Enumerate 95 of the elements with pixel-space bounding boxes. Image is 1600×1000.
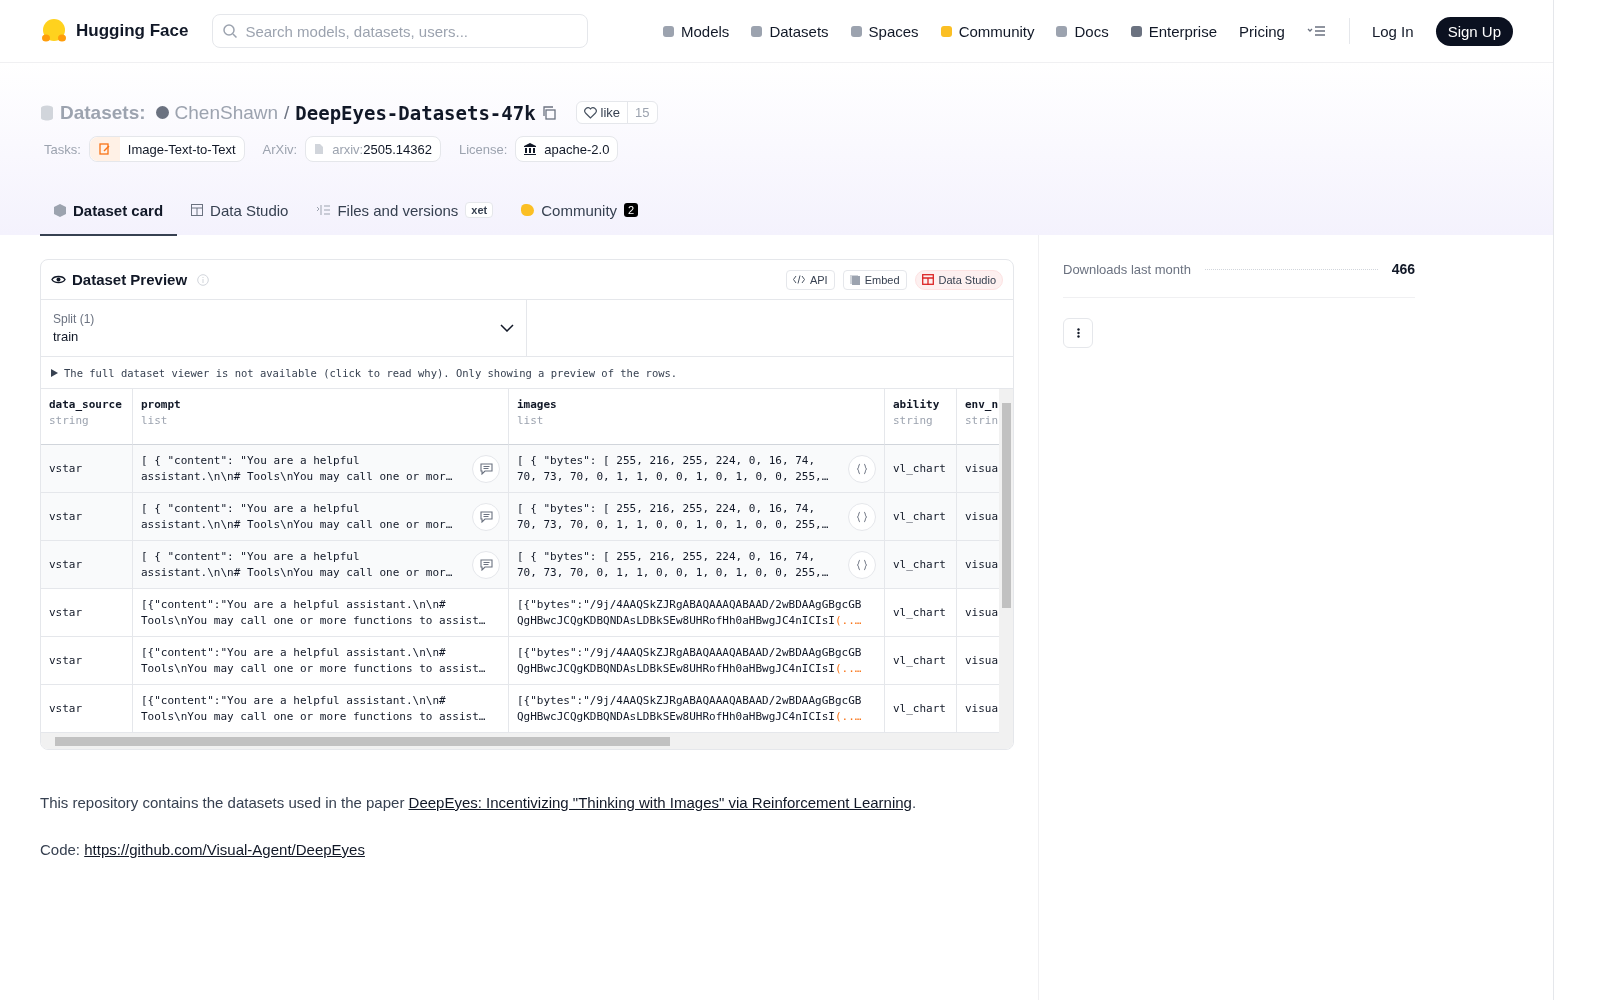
table-cell: vl_chart (885, 541, 957, 589)
more-icon (1076, 328, 1080, 338)
action-button[interactable]: API (785, 269, 835, 290)
nav-link[interactable]: Docs (1056, 22, 1109, 40)
nav-link[interactable]: Models (663, 22, 730, 40)
nav-link[interactable]: Spaces (850, 22, 919, 40)
braces-icon-button[interactable] (848, 502, 876, 531)
paper-paragraph: This repository contains the datasets used in the paper DeepEyes: Incentivizing "Thinking with Images" via Reinforcement Learning. (40, 794, 918, 811)
action-button[interactable]: Embed (842, 269, 907, 290)
chat-icon-button[interactable] (472, 454, 500, 483)
avatar-icon (155, 106, 169, 119)
nav-link[interactable]: Pricing (1239, 22, 1285, 40)
tab[interactable]: Data Studio (177, 186, 303, 236)
dataset-name[interactable]: DeepEyes-Datasets-47k (295, 101, 536, 124)
meta-tag[interactable]: Image-Text-to-Text (88, 136, 245, 162)
search-field[interactable]: Search models, datasets, users... (212, 14, 589, 48)
nav-link[interactable]: Community (940, 22, 1035, 40)
like-label: like (600, 105, 621, 120)
table-cell-text: [{"content":"You are a helpful assistant.\n\n# Tools\nYou may call one or more functions to assist… (141, 644, 487, 677)
table-cell: vl_chart (885, 589, 957, 637)
chat-icon (479, 510, 493, 523)
nav-link[interactable]: Datasets (751, 22, 829, 40)
database-icon (40, 104, 54, 121)
count-badge: 2 (624, 203, 639, 217)
table-cell-text: [{"bytes":"/9j/4AAQSkZJRgABAQAAAQABAAD/2wBDAAgGBgcGB QgHBwcJCQgKDBQNDAsLDBkSEw8UHRofHh0aHBwgJC4nICIsI(..… (517, 692, 863, 725)
files-icon (316, 204, 331, 216)
meta-label: ArXiv: (262, 141, 298, 157)
table-cell-text: [ { "content": "You are a helpful assistant.\n\n# Tools\nYou may call one or mor… (141, 548, 454, 581)
task-icon (89, 137, 120, 161)
braces-icon (856, 558, 868, 571)
table-cell-text: [{"content":"You are a helpful assistant.\n\n# Tools\nYou may call one or more functions to assist… (141, 596, 487, 629)
code-paragraph: Code: https://github.com/Visual-Agent/DeepEyes (40, 841, 366, 858)
scrollbar[interactable] (999, 389, 1013, 733)
preview-title: Dataset Preview (72, 271, 188, 288)
table-cell-text: [ { "bytes": [ 255, 216, 255, 224, 0, 16, 74, 70, 73, 70, 0, 1, 1, 0, 0, 1, 0, 1, 0, 0, 255,… (517, 452, 830, 485)
meta-label: License: (458, 141, 508, 157)
table-cell-text: [{"bytes":"/9j/4AAQSkZJRgABAQAAAQABAAD/2wBDAAgGBgcGB QgHBwcJCQgKDBQNDAsLDBkSEw8UHRofHh0aHBwgJC4nICIsI(..… (517, 596, 863, 629)
braces-icon (856, 462, 868, 475)
menu-icon[interactable] (1306, 25, 1327, 37)
triangle-icon[interactable] (51, 368, 58, 377)
path-separator: / (284, 101, 290, 124)
heart-icon (583, 106, 597, 119)
search-icon (222, 23, 239, 39)
table-icon (191, 204, 204, 216)
signup-button[interactable]: Sign Up (1435, 16, 1513, 46)
table-cell-text: [ { "content": "You are a helpful assistant.\n\n# Tools\nYou may call one or mor… (141, 452, 454, 485)
chat-icon-button[interactable] (472, 502, 500, 531)
eye-icon (51, 274, 66, 285)
community-icon (521, 204, 535, 216)
chevron-icon (500, 324, 514, 332)
tab[interactable]: Files and versions xet (302, 186, 508, 236)
table-cell-text: [{"content":"You are a helpful assistant.\n\n# Tools\nYou may call one or more functions to assist… (141, 692, 487, 725)
like-count: 15 (627, 102, 657, 123)
chat-icon (479, 558, 493, 571)
table-cell-text: [ { "content": "You are a helpful assistant.\n\n# Tools\nYou may call one or mor… (141, 500, 454, 533)
chat-icon-button[interactable] (472, 550, 500, 579)
tab[interactable]: Dataset card (40, 186, 178, 236)
table-cell-text: [{"bytes":"/9j/4AAQSkZJRgABAQAAAQABAAD/2wBDAAgGBgcGB QgHBwcJCQgKDBQNDAsLDBkSEw8UHRofHh0aHBwgJC4nICIsI(..… (517, 644, 863, 677)
copy-icon[interactable] (541, 105, 556, 120)
downloads-label: Downloads last month (1063, 261, 1191, 277)
table-cell: vstar (41, 541, 133, 589)
table-cell-text: [ { "bytes": [ 255, 216, 255, 224, 0, 16, 74, 70, 73, 70, 0, 1, 1, 0, 0, 1, 0, 1, 0, 0, 255,… (517, 500, 830, 533)
action-button[interactable]: Data Studio (914, 269, 1003, 290)
meta-tag[interactable]: arxiv:2505.14362 (305, 136, 441, 162)
xet-badge: xet (465, 202, 494, 218)
embed-icon (849, 274, 860, 285)
brand-name[interactable]: Hugging Face (76, 21, 189, 41)
table-cell: vl_chart (885, 637, 957, 685)
table-cell: vstar (41, 637, 133, 685)
like-button[interactable]: like 15 (575, 101, 658, 124)
table-icon (921, 274, 934, 285)
downloads-count: 466 (1391, 261, 1415, 277)
section-label: Datasets: (60, 101, 146, 124)
meta-tag[interactable]: apache-2.0 (515, 136, 619, 162)
meta-label: Tasks: (44, 141, 81, 157)
document-icon (314, 143, 325, 155)
split-select[interactable]: Split (1) train (41, 300, 527, 356)
code-icon (792, 275, 805, 284)
tab[interactable]: Community 2 (507, 186, 653, 236)
chat-icon (479, 462, 493, 475)
code-link[interactable]: https://github.com/Visual-Agent/DeepEyes (84, 841, 365, 858)
cube-icon (54, 203, 66, 217)
scrollbar[interactable] (41, 733, 1013, 749)
nav-link[interactable]: Enterprise (1130, 22, 1218, 40)
table-cell-text: [ { "bytes": [ 255, 216, 255, 224, 0, 16, 74, 70, 73, 70, 0, 1, 1, 0, 0, 1, 0, 1, 0, 0, 255,… (517, 548, 830, 581)
viewer-notice[interactable]: The full dataset viewer is not available (click to read why). Only showing a preview of the rows. (64, 366, 678, 379)
more-button[interactable] (1063, 318, 1093, 348)
braces-icon-button[interactable] (848, 454, 876, 483)
braces-icon-button[interactable] (848, 550, 876, 579)
info-icon (197, 273, 210, 286)
paper-link[interactable]: DeepEyes: Incentivizing "Thinking with Images" via Reinforcement Learning (408, 794, 912, 811)
braces-icon (856, 510, 868, 523)
table-cell: vstar (41, 589, 133, 637)
login-link[interactable]: Log In (1371, 22, 1414, 40)
bank-icon (524, 143, 537, 155)
